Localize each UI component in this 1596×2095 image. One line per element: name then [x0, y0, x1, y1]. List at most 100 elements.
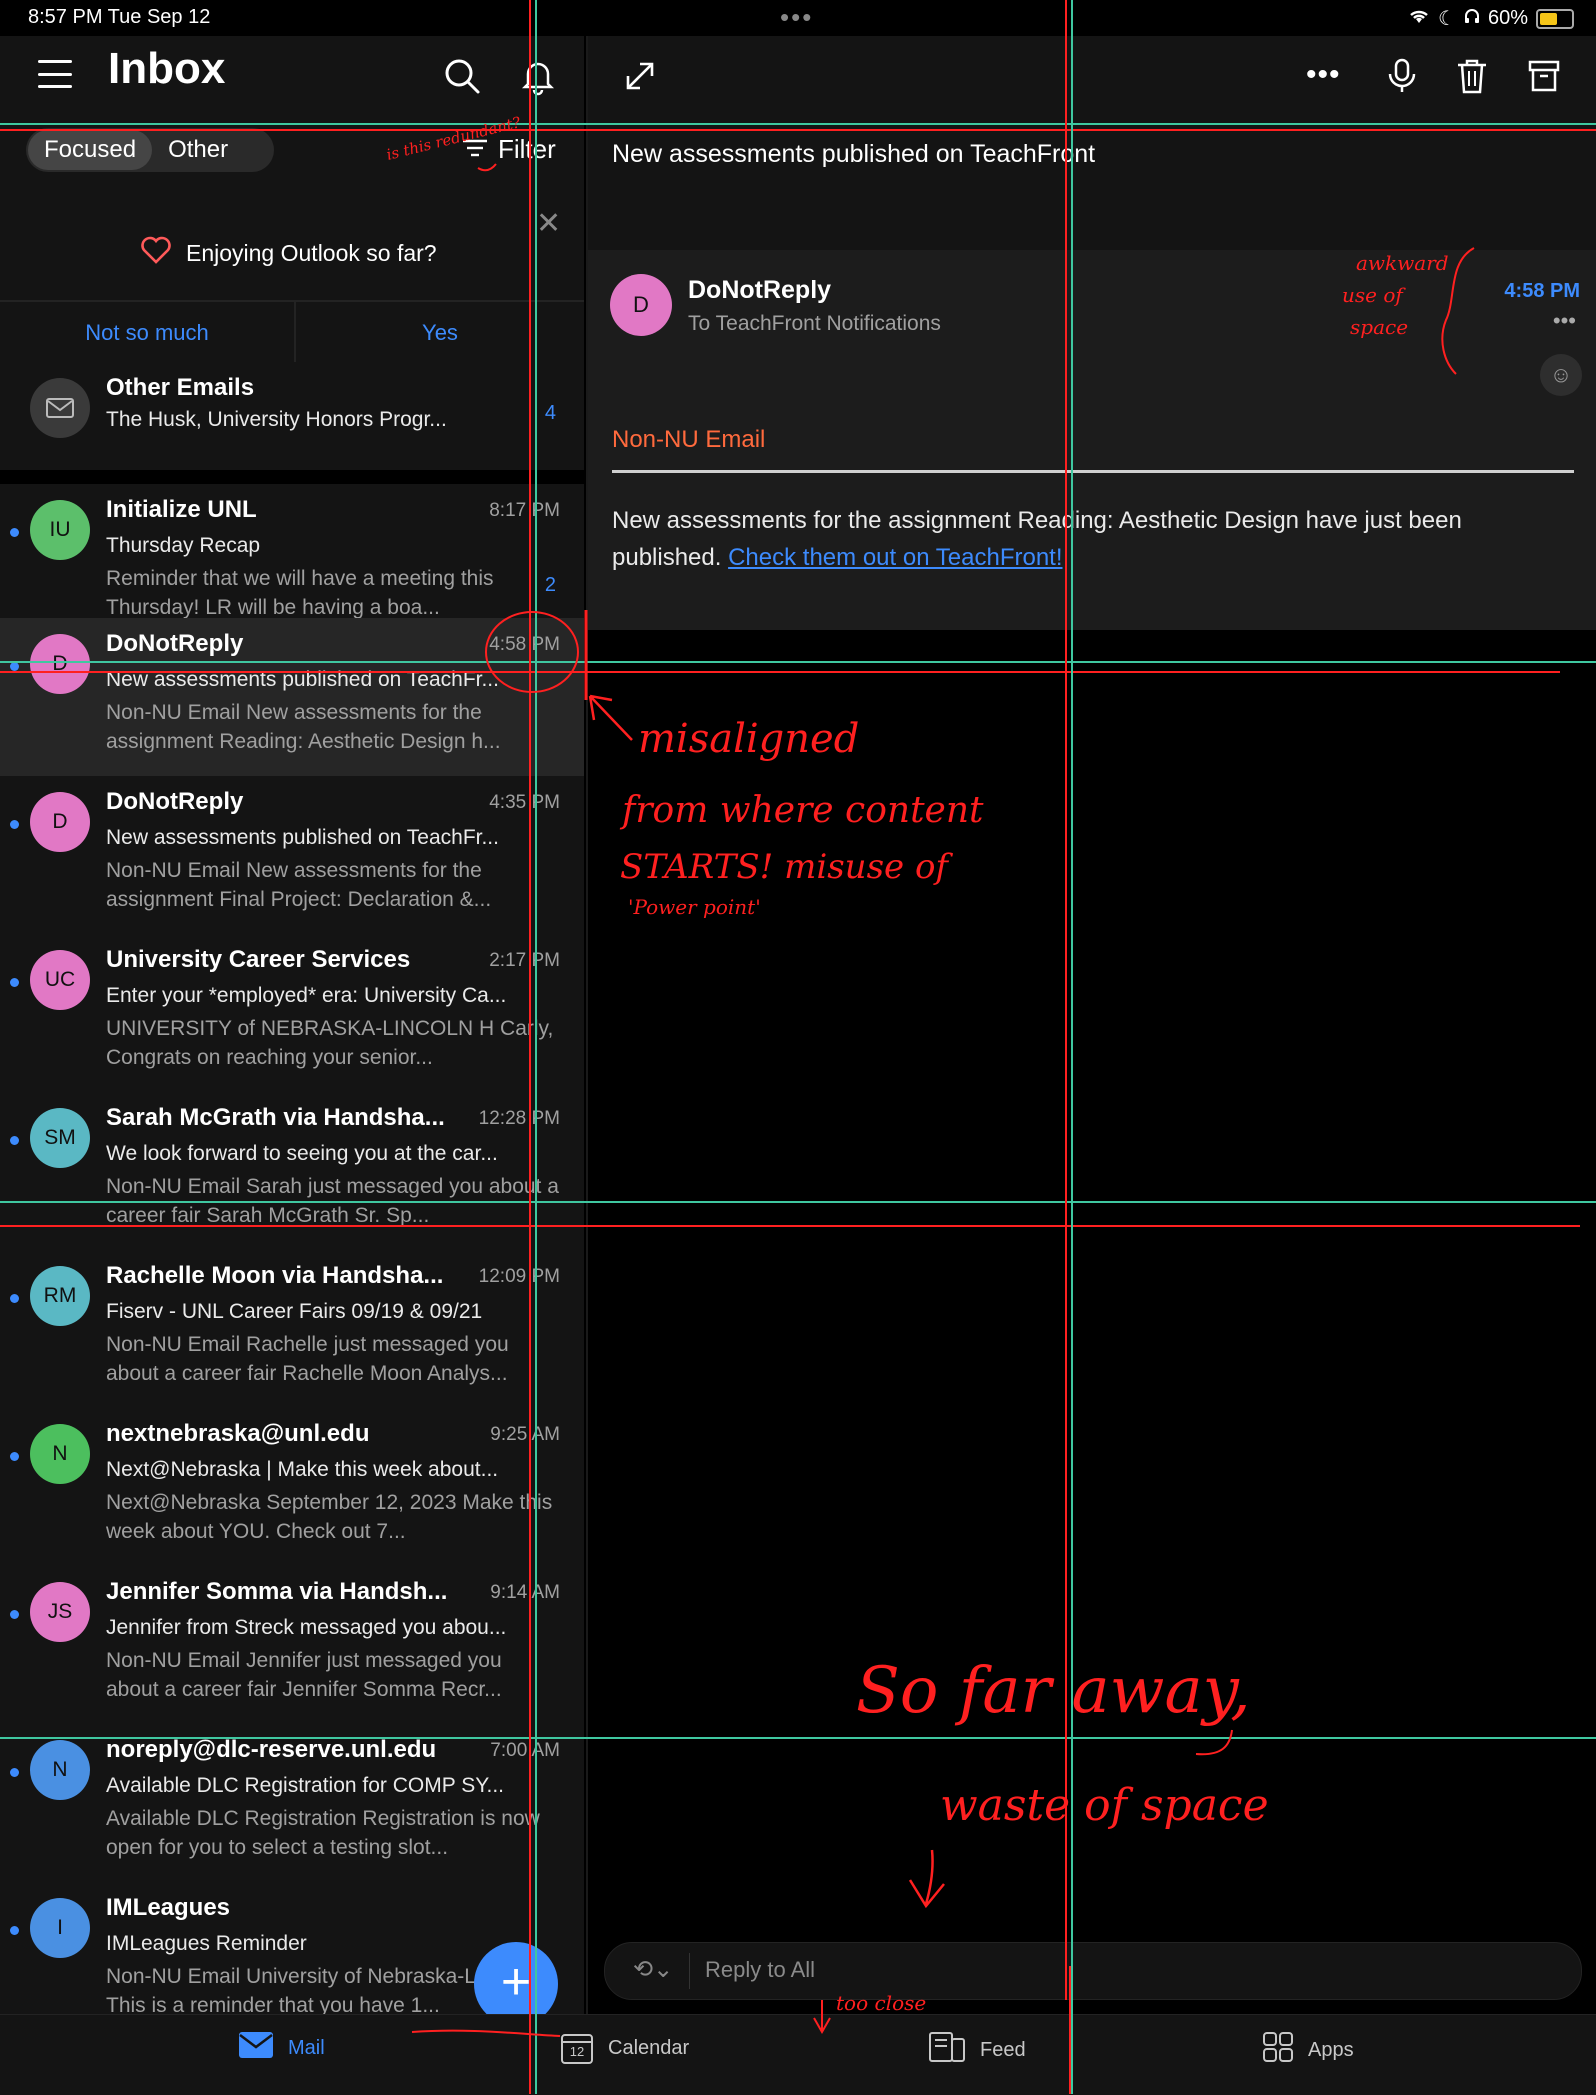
unread-indicator: [10, 662, 19, 671]
unread-indicator: [10, 1452, 19, 1461]
mail-subject: Enter your *employed* era: University Ca…: [106, 984, 507, 1007]
wifi-icon: [1408, 7, 1430, 30]
bottom-tab-bar: Mail 12 Calendar Feed Apps: [0, 2014, 1596, 2095]
mail-list-item[interactable]: Nnextnebraska@unl.edu 9:25 AM Next@Nebrask…: [0, 1408, 584, 1566]
avatar: N: [30, 1740, 90, 1800]
close-icon[interactable]: ✕: [536, 206, 561, 241]
reply-input[interactable]: Reply to All: [705, 1957, 815, 1983]
trash-icon[interactable]: [1454, 56, 1490, 101]
inbox-header: Inbox: [0, 36, 584, 116]
message-sender[interactable]: DoNotReply: [688, 276, 831, 305]
avatar: D: [30, 792, 90, 852]
divider: [0, 300, 584, 302]
tab-mail[interactable]: Mail: [238, 2031, 325, 2065]
mail-list-item[interactable]: JS Jennifer Somma via Handsh... 9:14 AM Jen…: [0, 1566, 584, 1724]
mail-count-badge: 4: [544, 402, 556, 424]
status-bar: 8:57 PM Tue Sep 12 ••• ☾ 60%: [0, 0, 1596, 36]
mail-sender: Initialize UNL: [106, 496, 257, 523]
unread-indicator: [10, 820, 19, 829]
reply-all-icon[interactable]: ⟲⌄: [633, 1955, 673, 1984]
tab-other[interactable]: Other: [152, 130, 244, 170]
mail-sender: Sarah McGrath via Handsha...: [106, 1104, 445, 1131]
mail-list-item[interactable]: SM Sarah McGrath via Handsha... 12:28 PM We…: [0, 1092, 584, 1250]
mail-preview: Available DLC Registration Registration …: [106, 1807, 540, 1859]
message-time: 4:58 PM: [1504, 280, 1580, 302]
mail-preview: UNIVERSITY of NEBRASKA-LINCOLN H Carly, …: [106, 1017, 554, 1069]
yes-button[interactable]: Yes: [296, 304, 584, 362]
reaction-icon[interactable]: ☺: [1540, 354, 1582, 396]
mail-list-item[interactable]: RM Rachelle Moon via Handsha... 12:09 PM Fi…: [0, 1250, 584, 1408]
bell-icon[interactable]: [516, 54, 560, 98]
mail-time: 9:25 AM: [490, 1424, 560, 1445]
battery-icon: [1536, 8, 1574, 29]
mail-time: 9:14 AM: [490, 1582, 560, 1603]
microphone-icon[interactable]: [1384, 56, 1420, 101]
mail-time: 2:17 PM: [489, 950, 560, 971]
mail-list-item[interactable]: D DoNotReply 4:58 PM New assessments publis…: [0, 618, 584, 776]
avatar: UC: [30, 950, 90, 1010]
status-indicators: ☾ 60%: [1408, 6, 1574, 31]
unread-indicator: [10, 528, 19, 537]
tab-apps[interactable]: Apps: [1262, 2031, 1354, 2069]
reading-pane: ••• New assessments published on TeachFr…: [586, 36, 1596, 2014]
message-subject: New assessments published on TeachFront: [612, 140, 1096, 168]
tab-feed-label: Feed: [980, 2038, 1026, 2061]
archive-icon[interactable]: [1526, 56, 1562, 101]
tab-calendar[interactable]: 12 Calendar: [560, 2031, 689, 2065]
mail-sender: University Career Services: [106, 946, 411, 973]
status-time: 8:57 PM Tue Sep 12: [28, 6, 211, 28]
multitasking-dots-icon[interactable]: •••: [780, 2, 813, 33]
mail-time: 7:00 AM: [490, 1740, 560, 1761]
mail-subject: New assessments published on TeachFr...: [106, 668, 499, 691]
mail-subject: The Husk, University Honors Progr...: [106, 408, 447, 431]
tab-mail-label: Mail: [288, 2036, 325, 2059]
calendar-icon: 12: [560, 2031, 594, 2065]
mail-sender: noreply@dlc-reserve.unl.edu: [106, 1736, 437, 1763]
divider: [689, 1953, 690, 1989]
feedback-question: Enjoying Outlook so far?: [140, 236, 437, 270]
mail-count-badge: 2: [544, 574, 556, 596]
tab-calendar-label: Calendar: [608, 2036, 690, 2059]
moon-icon: ☾: [1438, 8, 1456, 30]
mail-list-pane: Inbox Focused Other Filter ✕ Enjoying Ou…: [0, 36, 584, 2040]
filter-icon: [462, 134, 488, 165]
unread-indicator: [10, 1926, 19, 1935]
subject-bar: [588, 116, 1596, 250]
feed-icon: [928, 2031, 966, 2069]
not-so-much-button[interactable]: Not so much: [0, 304, 294, 362]
unread-indicator: [10, 978, 19, 987]
more-options-icon[interactable]: •••: [1306, 58, 1341, 92]
avatar[interactable]: D: [610, 274, 672, 336]
tab-apps-label: Apps: [1308, 2038, 1354, 2061]
mail-subject: Jennifer from Streck messaged you abou..…: [106, 1616, 507, 1639]
avatar: IU: [30, 500, 90, 560]
expand-icon[interactable]: [620, 56, 660, 101]
mail-preview: Non-NU Email Sarah just messaged you abo…: [106, 1175, 559, 1227]
avatar: D: [30, 634, 90, 694]
mail-list-item[interactable]: Other Emails The Husk, University Honors …: [0, 362, 584, 470]
mail-icon: [238, 2031, 274, 2065]
menu-icon[interactable]: [38, 60, 72, 88]
tab-feed[interactable]: Feed: [928, 2031, 1026, 2069]
mail-preview: Next@Nebraska September 12, 2023 Make th…: [106, 1491, 553, 1543]
teachfront-link[interactable]: Check them out on TeachFront!: [728, 544, 1062, 571]
message-more-icon[interactable]: •••: [1553, 308, 1576, 334]
reply-bar[interactable]: ⟲⌄ Reply to All: [604, 1942, 1582, 2000]
headphones-icon: [1464, 7, 1480, 30]
search-icon[interactable]: [440, 54, 484, 98]
heart-icon: [140, 236, 172, 270]
mail-list-item[interactable]: UC University Career Services 2:17 PM Enter…: [0, 934, 584, 1092]
mail-list-item[interactable]: Nnoreply@dlc-reserve.unl.edu 7:00 AM Avail…: [0, 1724, 584, 1882]
filter-button[interactable]: Filter: [462, 134, 556, 165]
mail-sender: Other Emails: [106, 374, 255, 401]
mail-list-item[interactable]: D DoNotReply 4:35 PM New assessments publis…: [0, 776, 584, 934]
mail-subject: Available DLC Registration for COMP SY..…: [106, 1774, 505, 1797]
mail-preview: Non-NU Email Rachelle just messaged you …: [106, 1333, 509, 1385]
message-recipients[interactable]: To TeachFront Notifications: [688, 312, 941, 336]
tab-focused[interactable]: Focused: [28, 130, 153, 170]
mail-time: 4:35 PM: [489, 792, 560, 813]
mail-subject: Next@Nebraska | Make this week about...: [106, 1458, 499, 1481]
message-body: New assessments for the assignment Readi…: [612, 502, 1562, 576]
battery-level: [1540, 12, 1557, 25]
mail-sender: Jennifer Somma via Handsh...: [106, 1578, 448, 1605]
